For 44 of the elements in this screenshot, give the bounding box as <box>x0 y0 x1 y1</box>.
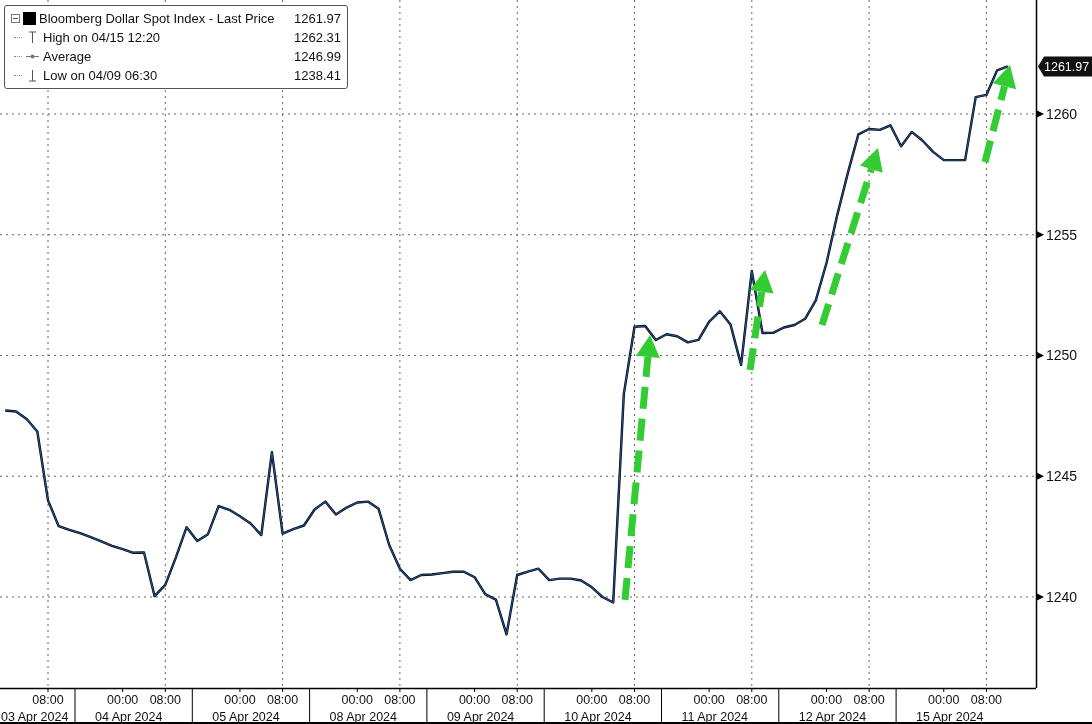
date-label: 09 Apr 2024 <box>446 710 515 724</box>
x-tick-label: 08:00 <box>32 693 64 707</box>
y-axis-label: 1260 <box>1046 106 1078 122</box>
date-label: 03 Apr 2024 <box>1 710 69 724</box>
x-tick-label: 00:00 <box>693 693 725 707</box>
x-tick-label: 00:00 <box>458 693 491 707</box>
y-axis-label: 1255 <box>1046 226 1078 243</box>
x-tick-label: 00:00 <box>224 693 256 707</box>
series-label: Bloomberg Dollar Spot Index - Last Price <box>39 10 276 28</box>
legend-value: 1246.99 <box>294 48 341 66</box>
legend-label: High on 04/15 12:20 <box>43 29 162 47</box>
series-value: 1261.97 <box>294 10 341 28</box>
collapse-icon[interactable] <box>11 14 20 23</box>
legend-value: 1238.41 <box>294 67 341 85</box>
x-tick-label: 08:00 <box>501 693 533 707</box>
x-tick-label: 08:00 <box>149 693 181 707</box>
legend-label: Average <box>43 48 93 66</box>
x-tick-label: 08:00 <box>618 693 651 707</box>
date-label: 04 Apr 2024 <box>95 710 163 724</box>
legend-value: 1262.31 <box>294 29 341 47</box>
x-tick-label: 00:00 <box>576 693 608 707</box>
average-marker-icon <box>26 53 39 60</box>
high-marker-icon <box>28 31 37 44</box>
x-tick-label: 00:00 <box>107 693 139 707</box>
x-tick-label: 08:00 <box>384 693 416 707</box>
x-tick-label: 00:00 <box>810 693 843 707</box>
date-label: 15 Apr 2024 <box>916 710 984 724</box>
last-price-tag: 1261.97 <box>1038 56 1092 77</box>
date-label: 05 Apr 2024 <box>212 710 280 724</box>
x-tick-label: 08:00 <box>853 693 885 707</box>
x-tick-label: 08:00 <box>266 693 299 707</box>
x-tick-label: 00:00 <box>341 693 373 707</box>
date-label: 11 Apr 2024 <box>681 710 748 724</box>
date-label: 10 Apr 2024 <box>564 710 632 724</box>
y-axis-label: 1250 <box>1046 347 1078 364</box>
x-tick-label: 00:00 <box>928 693 960 707</box>
x-tick-label: 08:00 <box>970 693 1003 707</box>
x-tick-label: 08:00 <box>736 693 768 707</box>
y-axis-label: 1240 <box>1046 588 1078 605</box>
low-marker-icon <box>28 69 37 82</box>
y-axis-label: 1245 <box>1046 468 1078 485</box>
date-label: 08 Apr 2024 <box>329 710 397 724</box>
date-label: 12 Apr 2024 <box>798 710 867 724</box>
legend-label: Low on 04/09 06:30 <box>43 67 159 85</box>
